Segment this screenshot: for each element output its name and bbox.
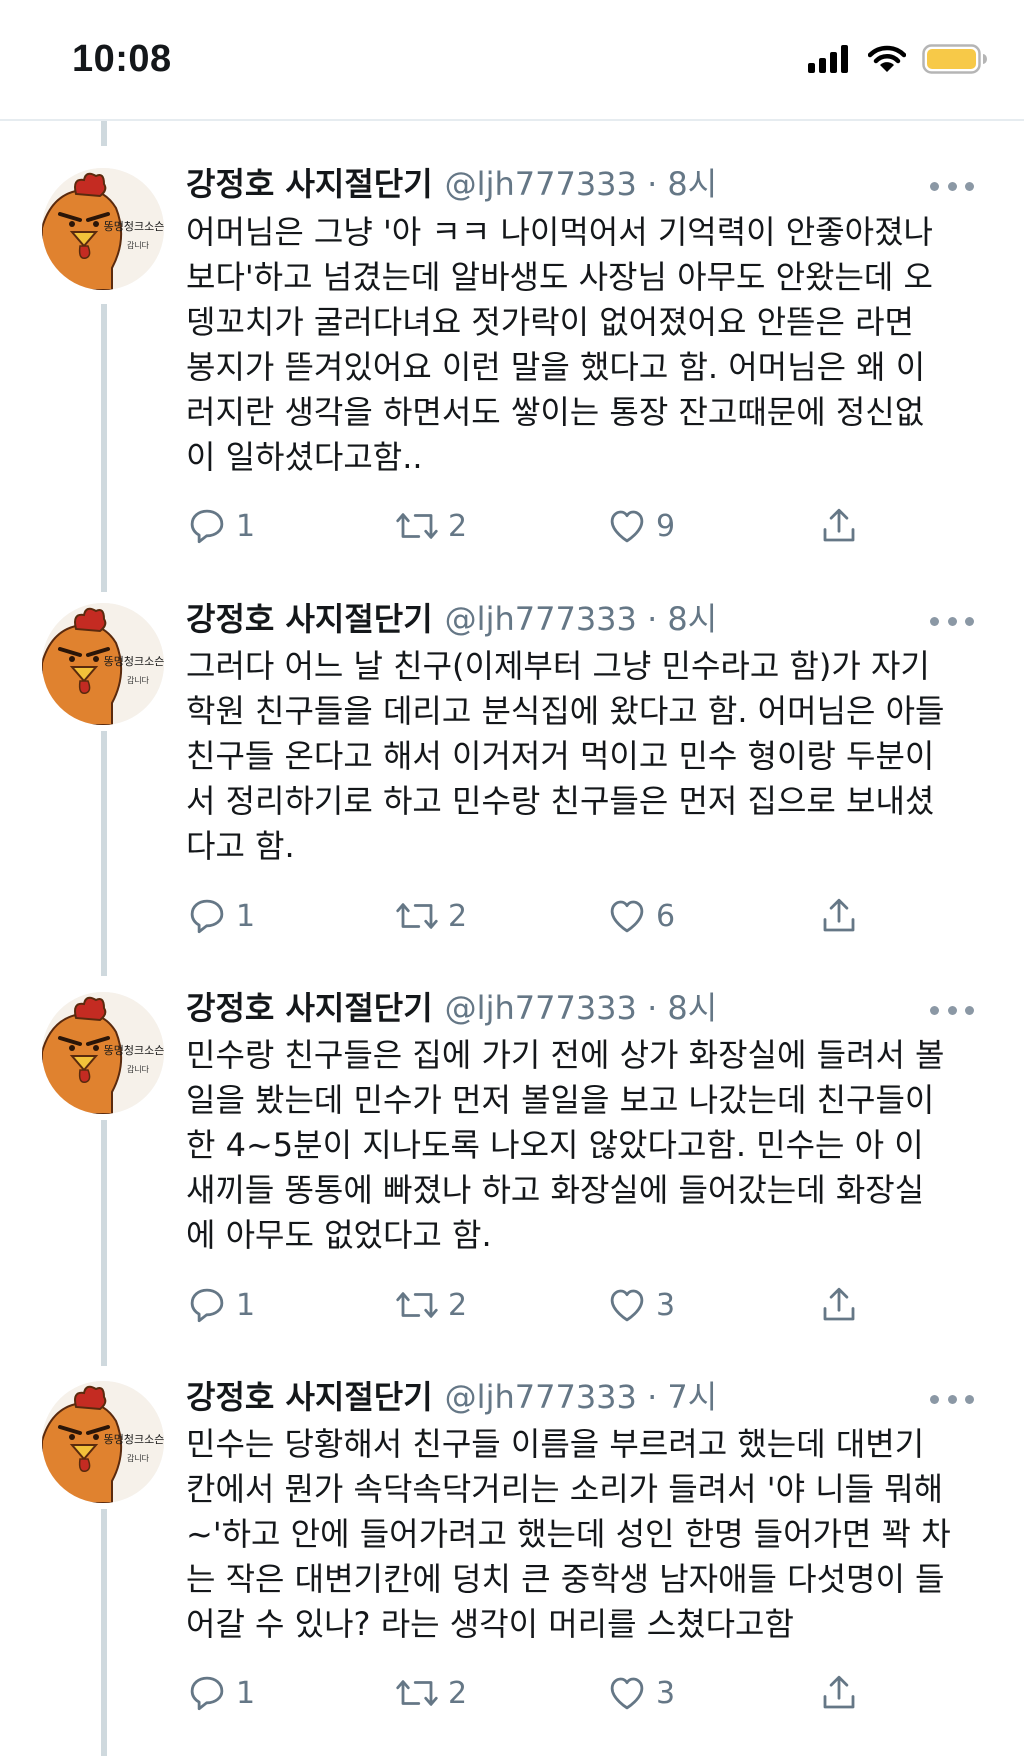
status-icons	[808, 44, 988, 74]
like-count: 9	[656, 508, 676, 544]
tweet-header: 강정호 사지절단기 @ljh777333 · 8시	[186, 988, 717, 1028]
reply-count: 1	[236, 1675, 256, 1711]
reply-icon	[190, 1676, 224, 1711]
share-button[interactable]	[818, 1280, 860, 1330]
share-icon	[823, 508, 855, 542]
svg-text:똥멍청크소슨: 똥멍청크소슨	[104, 1044, 164, 1057]
retweet-count: 2	[448, 1287, 468, 1323]
wifi-icon	[868, 45, 906, 72]
heart-icon	[610, 1677, 644, 1710]
author-handle-time: @ljh777333 · 7시	[444, 1378, 718, 1416]
retweet-icon	[396, 513, 438, 539]
reply-button[interactable]: 1	[186, 1280, 255, 1330]
author-name[interactable]: 강정호 사지절단기	[186, 1377, 433, 1417]
rooster-avatar-image: 똥멍청크소슨갑니다	[42, 168, 164, 290]
thread-line	[101, 121, 107, 146]
author-name[interactable]: 강정호 사지절단기	[186, 988, 433, 1028]
reply-button[interactable]: 1	[186, 501, 255, 551]
heart-icon	[610, 510, 644, 543]
tweet-text: 민수는 당황해서 친구들 이름을 부르려고 했는데 대변기 칸에서 뭔가 속닥속…	[186, 1425, 951, 1643]
share-button[interactable]	[818, 1668, 860, 1718]
like-button[interactable]: 3	[606, 1280, 675, 1330]
heart-icon	[610, 1289, 644, 1322]
rooster-avatar-image: 똥멍청크소슨갑니다	[42, 992, 164, 1114]
author-handle-time: @ljh777333 · 8시	[444, 600, 718, 638]
share-button[interactable]	[818, 501, 860, 551]
reply-button[interactable]: 1	[186, 891, 255, 941]
tweet-text: 어머님은 그냥 '아 ㅋㅋ 나이먹어서 기억력이 안좋아졌나 보다'하고 넘겼는…	[186, 213, 933, 476]
retweet-button[interactable]: 2	[394, 891, 467, 941]
like-button[interactable]: 6	[606, 891, 675, 941]
status-time: 10:08	[72, 38, 172, 80]
rooster-avatar-image: 똥멍청크소슨갑니다	[42, 603, 164, 725]
reply-count: 1	[236, 1287, 256, 1323]
like-button[interactable]: 3	[606, 1668, 675, 1718]
tweet-actions: 1 2 6	[186, 891, 886, 941]
tweet-actions: 1 2 9	[186, 501, 886, 551]
retweet-count: 2	[448, 508, 468, 544]
svg-text:똥멍청크소슨: 똥멍청크소슨	[104, 220, 164, 233]
share-icon	[823, 898, 855, 932]
author-handle-time: @ljh777333 · 8시	[444, 165, 718, 203]
top-divider	[0, 119, 1024, 121]
tweet-header: 강정호 사지절단기 @ljh777333 · 7시	[186, 1377, 717, 1417]
reply-icon	[190, 899, 224, 934]
author-name[interactable]: 강정호 사지절단기	[186, 164, 433, 204]
tweet-actions: 1 2 3	[186, 1668, 886, 1718]
signal-icon	[808, 45, 848, 73]
tweet-header: 강정호 사지절단기 @ljh777333 · 8시	[186, 164, 717, 204]
reply-icon	[190, 1288, 224, 1323]
retweet-button[interactable]: 2	[394, 501, 467, 551]
thread-line	[101, 304, 107, 592]
retweet-icon	[396, 1292, 438, 1318]
share-icon	[823, 1675, 855, 1709]
retweet-button[interactable]: 2	[394, 1280, 467, 1330]
share-icon	[823, 1287, 855, 1321]
svg-text:갑니다: 갑니다	[127, 675, 150, 685]
author-handle-time: @ljh777333 · 8시	[444, 989, 718, 1027]
retweet-count: 2	[448, 1675, 468, 1711]
avatar[interactable]: 똥멍청크소슨갑니다	[42, 992, 164, 1114]
reply-button[interactable]: 1	[186, 1668, 255, 1718]
retweet-icon	[396, 903, 438, 929]
more-options-button[interactable]	[930, 1000, 974, 1020]
like-button[interactable]: 9	[606, 501, 675, 551]
tweet-text: 그러다 어느 날 친구(이제부터 그냥 민수라고 함)가 자기 학원 친구들을 …	[186, 647, 945, 865]
heart-icon	[610, 900, 644, 933]
avatar[interactable]: 똥멍청크소슨갑니다	[42, 1381, 164, 1503]
avatar[interactable]: 똥멍청크소슨갑니다	[42, 168, 164, 290]
thread-line	[101, 1120, 107, 1366]
more-options-button[interactable]	[930, 176, 974, 196]
svg-text:똥멍청크소슨: 똥멍청크소슨	[104, 655, 164, 668]
avatar[interactable]: 똥멍청크소슨갑니다	[42, 603, 164, 725]
like-count: 3	[656, 1675, 676, 1711]
retweet-icon	[396, 1680, 438, 1706]
thread-line	[101, 731, 107, 976]
tweet-text: 민수랑 친구들은 집에 가기 전에 상가 화장실에 들려서 볼 일을 봤는데 민…	[186, 1036, 945, 1254]
svg-text:갑니다: 갑니다	[127, 240, 150, 250]
status-bar: 10:08	[0, 0, 1024, 118]
thread-line	[101, 1509, 107, 1756]
svg-text:갑니다: 갑니다	[127, 1064, 150, 1074]
svg-text:똥멍청크소슨: 똥멍청크소슨	[104, 1433, 164, 1446]
like-count: 6	[656, 898, 676, 934]
share-button[interactable]	[818, 891, 860, 941]
reply-count: 1	[236, 508, 256, 544]
battery-icon	[922, 44, 987, 74]
retweet-count: 2	[448, 898, 468, 934]
tweet-header: 강정호 사지절단기 @ljh777333 · 8시	[186, 599, 717, 639]
retweet-button[interactable]: 2	[394, 1668, 467, 1718]
reply-icon	[190, 509, 224, 544]
svg-text:갑니다: 갑니다	[127, 1453, 150, 1463]
reply-count: 1	[236, 898, 256, 934]
more-options-button[interactable]	[930, 1389, 974, 1409]
like-count: 3	[656, 1287, 676, 1323]
more-options-button[interactable]	[930, 611, 974, 631]
rooster-avatar-image: 똥멍청크소슨갑니다	[42, 1381, 164, 1503]
author-name[interactable]: 강정호 사지절단기	[186, 599, 433, 639]
tweet-actions: 1 2 3	[186, 1280, 886, 1330]
